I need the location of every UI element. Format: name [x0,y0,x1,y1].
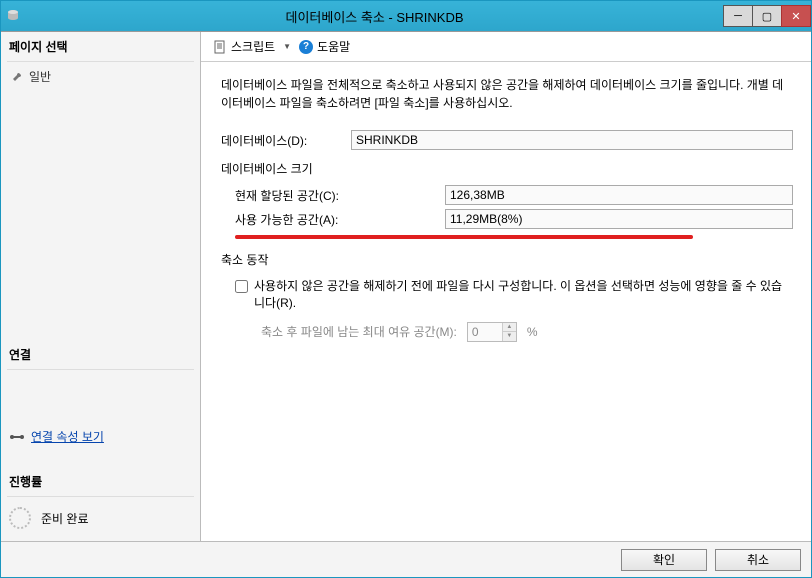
database-field: SHRINKDB [351,130,793,150]
reorganize-checkbox[interactable] [235,280,248,293]
link-icon [9,431,25,443]
highlight-underline [235,235,693,239]
percent-symbol: % [527,325,538,339]
progress-status: 준비 완료 [7,501,194,535]
connection-header: 연결 [7,342,194,370]
ok-button[interactable]: 확인 [621,549,707,571]
toolbar: 스크립트 ▼ ? 도움말 [201,32,811,62]
cancel-button[interactable]: 취소 [715,549,801,571]
available-space-field: 11,29MB(8%) [445,209,793,229]
progress-label: 준비 완료 [41,510,89,527]
db-size-title: 데이터베이스 크기 [221,160,793,177]
script-icon [213,40,227,54]
sidebar-item-general[interactable]: 일반 [7,66,194,87]
max-free-space-label: 축소 후 파일에 남는 최대 여유 공간(M): [261,323,457,340]
reorganize-label: 사용하지 않은 공간을 해제하기 전에 파일을 다시 구성합니다. 이 옵션을 … [254,278,793,312]
spinner-icon [9,507,31,529]
max-free-space-input[interactable] [468,323,502,341]
intro-text: 데이터베이스 파일을 전체적으로 축소하고 사용되지 않은 공간을 해제하여 데… [221,76,793,112]
sidebar: 페이지 선택 일반 연결 연결 속성 보기 진행률 [1,32,201,541]
spin-up-icon[interactable]: ▲ [503,323,516,333]
script-label: 스크립트 [231,38,275,55]
sidebar-item-label: 일반 [29,68,51,85]
maximize-button[interactable]: ▢ [752,5,782,27]
footer: 확인 취소 [1,541,811,577]
help-label: 도움말 [317,38,350,55]
max-free-space-spinner[interactable]: ▲ ▼ [467,322,517,342]
page-select-header: 페이지 선택 [7,34,194,62]
spin-down-icon[interactable]: ▼ [503,332,516,341]
window-controls: ─ ▢ ✕ [724,5,811,27]
app-icon [1,8,25,25]
script-button[interactable]: 스크립트 [209,36,279,57]
close-button[interactable]: ✕ [781,5,811,27]
view-connection-label: 연결 속성 보기 [31,428,104,445]
shrink-action-title: 축소 동작 [221,251,793,268]
progress-header: 진행률 [7,469,194,497]
window-title: 데이터베이스 축소 - SHRINKDB [25,7,724,26]
database-label: 데이터베이스(D): [221,132,351,149]
chevron-down-icon[interactable]: ▼ [283,42,291,51]
help-icon: ? [299,40,313,54]
wrench-icon [11,71,23,83]
allocated-space-field: 126,38MB [445,185,793,205]
allocated-space-label: 현재 할당된 공간(C): [235,187,445,204]
view-connection-properties-link[interactable]: 연결 속성 보기 [7,424,194,449]
minimize-button[interactable]: ─ [723,5,753,27]
main-pane: 스크립트 ▼ ? 도움말 데이터베이스 파일을 전체적으로 축소하고 사용되지 … [201,32,811,541]
available-space-label: 사용 가능한 공간(A): [235,211,445,228]
titlebar: 데이터베이스 축소 - SHRINKDB ─ ▢ ✕ [1,1,811,31]
help-button[interactable]: ? 도움말 [295,36,354,57]
